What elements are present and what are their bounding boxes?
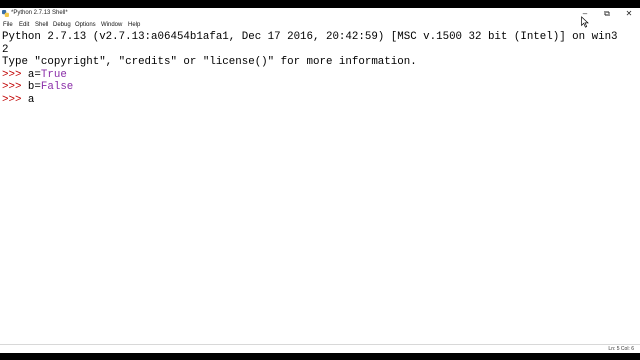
keyword-true: True xyxy=(40,68,67,81)
status-bar: Ln: 5 Col: 6 xyxy=(0,344,640,353)
menu-options[interactable]: Options xyxy=(75,21,96,29)
python-app-icon xyxy=(2,10,9,17)
code-text: b= xyxy=(27,81,41,93)
shell-text-area[interactable]: Python 2.7.13 (v2.7.13:a06454b1afa1, Dec… xyxy=(0,30,640,344)
menu-bar: File Edit Shell Debug Options Window Hel… xyxy=(0,20,640,30)
menu-shell[interactable]: Shell xyxy=(35,21,48,29)
close-button[interactable]: ✕ xyxy=(620,8,638,20)
menu-file[interactable]: File xyxy=(3,21,13,29)
input-line-2: >>> b=False xyxy=(2,81,73,94)
banner-line-1: Python 2.7.13 (v2.7.13:a06454b1afa1, Dec… xyxy=(2,31,618,43)
current-input[interactable]: a xyxy=(28,94,34,106)
input-line-3: >>> a xyxy=(2,94,34,107)
idle-shell-window: *Python 2.7.13 Shell* – ⧉ ✕ File Edit Sh… xyxy=(0,8,640,353)
banner-line-2: 2 xyxy=(2,43,9,56)
shell-prompt: >>> xyxy=(2,93,28,106)
menu-window[interactable]: Window xyxy=(101,21,122,29)
menu-debug[interactable]: Debug xyxy=(53,21,71,29)
title-bar[interactable]: *Python 2.7.13 Shell* – ⧉ ✕ xyxy=(0,8,640,20)
mouse-pointer-icon xyxy=(581,16,589,28)
menu-edit[interactable]: Edit xyxy=(19,21,29,29)
menu-help[interactable]: Help xyxy=(128,21,140,29)
keyword-false: False xyxy=(40,81,74,93)
shell-prompt: >>> xyxy=(2,68,28,81)
banner-line-3: Type "copyright", "credits" or "license(… xyxy=(2,56,417,68)
cursor-position: Ln: 5 Col: 6 xyxy=(608,346,634,352)
shell-prompt: >>> xyxy=(2,81,28,93)
window-title: *Python 2.7.13 Shell* xyxy=(11,10,68,16)
input-line-1: >>> a=True xyxy=(2,69,67,82)
code-text: a= xyxy=(27,68,41,81)
restore-button[interactable]: ⧉ xyxy=(598,8,616,20)
